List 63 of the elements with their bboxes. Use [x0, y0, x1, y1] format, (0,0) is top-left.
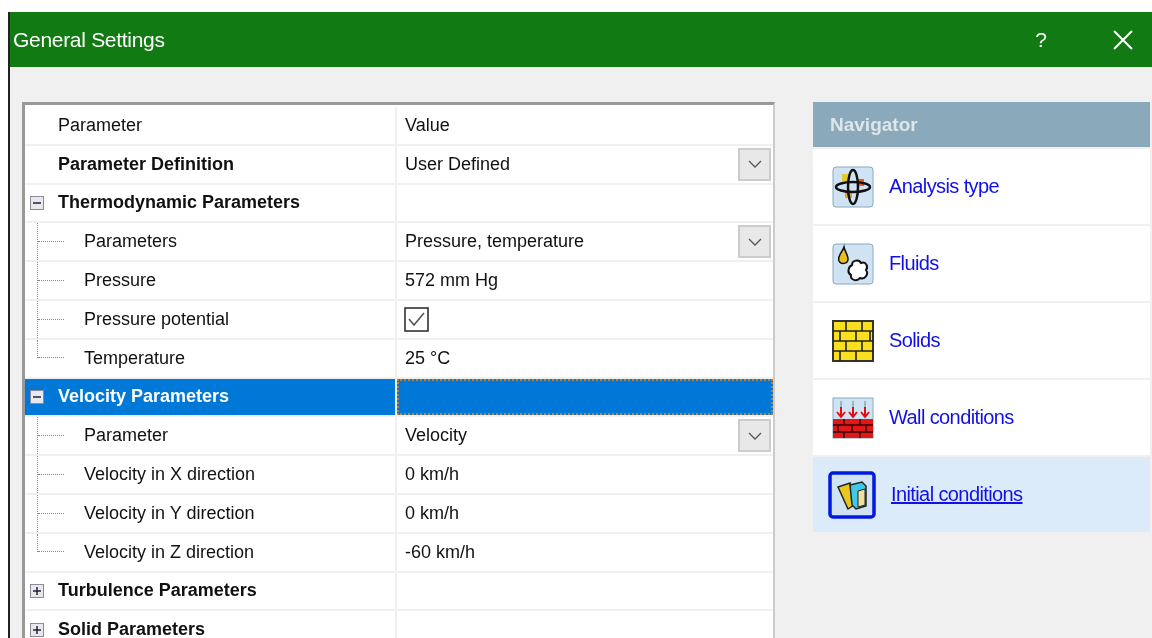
property-name-cell[interactable]: Velocity Parameters: [25, 378, 397, 416]
caret-icon: [747, 159, 762, 170]
property-name-cell[interactable]: Turbulence Parameters: [25, 572, 397, 610]
column-header: Parameter: [58, 114, 143, 136]
property-name-cell[interactable]: Velocity in X direction: [25, 456, 397, 493]
drop-and-cloud-icon: [832, 242, 874, 285]
group-label: Turbulence Parameters: [58, 580, 257, 602]
property-name-cell[interactable]: Velocity in Z direction: [25, 533, 397, 571]
property-label: Velocity in X direction: [84, 464, 256, 486]
property-label: Pressure: [84, 270, 157, 292]
property-name-cell[interactable]: Pressure potential: [25, 301, 397, 338]
navigator-link[interactable]: Wall conditions: [889, 406, 1014, 429]
navigator-item[interactable]: Initial conditions: [813, 457, 1150, 532]
navigator-link[interactable]: Fluids: [889, 252, 939, 275]
property-value: User Defined: [405, 153, 512, 175]
navigator-link[interactable]: Analysis type: [889, 175, 1000, 198]
tree-toggle-icon[interactable]: [30, 389, 44, 404]
property-name-cell[interactable]: Solid Parameters: [25, 611, 397, 638]
box-icon: [828, 470, 876, 519]
group-label: Thermodynamic Parameters: [58, 192, 301, 214]
property-name-cell[interactable]: Parameter Definition: [25, 145, 397, 183]
property-value: -60 km/h: [405, 541, 477, 563]
navigator-item[interactable]: Analysis type: [813, 149, 1150, 224]
property-value: Velocity: [405, 425, 469, 447]
property-label: Parameter Definition: [58, 153, 235, 175]
group-label: Velocity Parameters: [58, 386, 230, 408]
property-value: 25 °C: [405, 347, 452, 369]
property-value: 572 mm Hg: [405, 270, 500, 292]
property-name-cell[interactable]: Velocity in Y direction: [25, 494, 397, 532]
navigator-item[interactable]: Fluids: [813, 226, 1150, 301]
property-name-cell[interactable]: Thermodynamic Parameters: [25, 184, 397, 222]
column-header: Value: [405, 114, 451, 136]
property-label: Pressure potential: [84, 308, 230, 330]
property-label: Parameters: [84, 231, 178, 253]
property-name-cell[interactable]: Parameter: [25, 417, 397, 455]
property-label: Velocity in Y direction: [84, 502, 255, 524]
tree-toggle-icon[interactable]: [30, 622, 44, 637]
navigator-link[interactable]: Initial conditions: [891, 483, 1023, 506]
property-name-cell[interactable]: Temperature: [25, 339, 397, 377]
navigator-link[interactable]: Solids: [889, 329, 940, 352]
property-label: Parameter: [84, 425, 169, 447]
navigator-title: Navigator: [830, 113, 918, 136]
caret-icon: [747, 236, 762, 247]
atom-icon: [832, 165, 874, 208]
property-value: Pressure, temperature: [405, 231, 586, 253]
brick-wall-icon: [832, 319, 874, 362]
navigator-item[interactable]: Solids: [813, 303, 1150, 378]
window-title: General Settings: [13, 27, 166, 52]
value-cell[interactable]: [397, 378, 773, 416]
navigator-item[interactable]: Wall conditions: [813, 380, 1150, 455]
tree-toggle-icon[interactable]: [30, 583, 44, 598]
group-label: Solid Parameters: [58, 619, 206, 638]
property-label: Velocity in Z direction: [84, 541, 255, 563]
property-name-cell[interactable]: Pressure: [25, 262, 397, 299]
checkbox[interactable]: [404, 306, 429, 332]
tree-toggle-icon[interactable]: [30, 196, 44, 210]
help-button[interactable]: ?: [1029, 27, 1053, 52]
property-value: 0 km/h: [405, 464, 461, 486]
property-value: 0 km/h: [405, 502, 461, 524]
property-name-cell[interactable]: Parameters: [25, 223, 397, 261]
caret-icon: [747, 430, 762, 441]
wall-with-arrows-icon: [832, 396, 874, 439]
property-label: Temperature: [84, 347, 186, 369]
